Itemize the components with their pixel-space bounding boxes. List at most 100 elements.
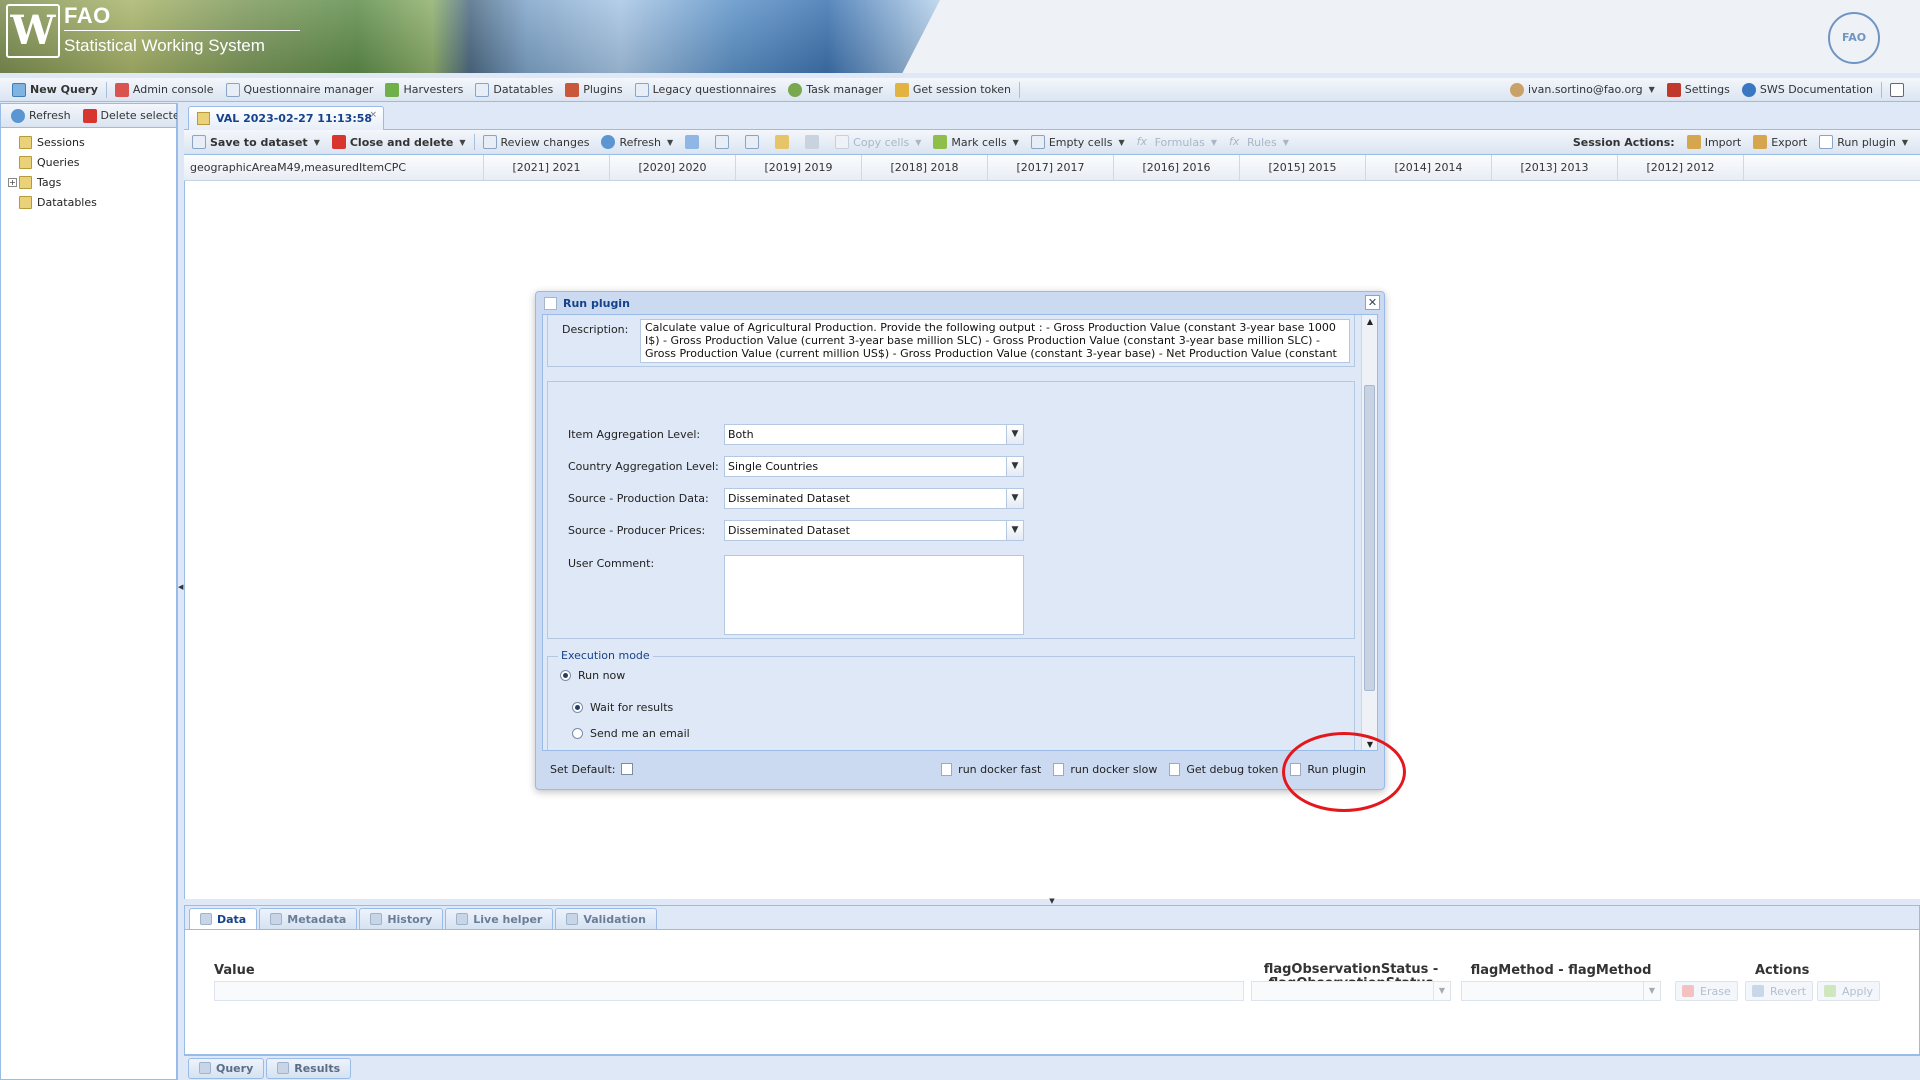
fullscreen-button[interactable] <box>1884 80 1914 100</box>
flag-method-label: flagMethod - flagMethod <box>1470 963 1652 978</box>
grid-dimension-column[interactable]: geographicAreaM49,measuredItemCPC <box>184 155 484 180</box>
source-production-data-select[interactable]: Disseminated Dataset ▼ <box>724 488 1024 509</box>
revert-button[interactable]: Revert <box>1745 981 1814 1001</box>
grid-year-column[interactable]: [2013] 2013 <box>1492 155 1618 180</box>
find-button[interactable] <box>769 132 799 152</box>
grid-year-column[interactable]: [2016] 2016 <box>1114 155 1240 180</box>
tab-data[interactable]: Data <box>189 908 258 929</box>
navigation-tree: Sessions Queries + Tags Datatables <box>1 128 176 212</box>
columns-button[interactable] <box>709 132 739 152</box>
grid-year-column[interactable]: [2017] 2017 <box>988 155 1114 180</box>
user-icon <box>1510 82 1525 97</box>
get-session-token-button[interactable]: Get session token <box>889 80 1017 100</box>
print-button[interactable] <box>799 132 829 152</box>
plugin-icon <box>544 296 557 310</box>
new-query-button[interactable]: New Query <box>6 80 104 100</box>
harvesters-button[interactable]: Harvesters <box>379 80 469 100</box>
description-label: Description: <box>562 323 629 336</box>
expand-icon[interactable]: + <box>8 177 17 187</box>
tab-live-helper[interactable]: Live helper <box>445 908 554 929</box>
apply-button[interactable]: Apply <box>1817 981 1881 1001</box>
session-tab[interactable]: VAL 2023-02-27 11:13:58 × <box>188 106 384 130</box>
delete-selected-button[interactable]: Delete selected <box>77 106 193 126</box>
mark-cells-button[interactable]: Mark cells ▼ <box>927 132 1024 152</box>
tree-item-queries[interactable]: Queries <box>5 152 176 172</box>
grid-year-column[interactable]: [2014] 2014 <box>1366 155 1492 180</box>
plugin-icon <box>1819 135 1834 149</box>
tab-history[interactable]: History <box>359 908 444 929</box>
country-aggregation-level-select[interactable]: Single Countries ▼ <box>724 456 1024 477</box>
left-panel-collapse-bar[interactable]: ◀ <box>177 103 184 1080</box>
run-plugin-button[interactable]: Run plugin <box>1284 759 1372 779</box>
grid-year-column[interactable]: [2021] 2021 <box>484 155 610 180</box>
set-default-checkbox[interactable] <box>621 763 634 775</box>
sws-documentation-button[interactable]: SWS Documentation <box>1736 80 1879 100</box>
session-actions-label: Session Actions: <box>1572 135 1675 149</box>
close-and-delete-button[interactable]: Close and delete ▼ <box>326 132 472 152</box>
grid-year-column[interactable]: [2020] 2020 <box>610 155 736 180</box>
tree-item-sessions[interactable]: Sessions <box>5 132 176 152</box>
tree-item-tags[interactable]: + Tags <box>5 172 176 192</box>
run-docker-slow-button[interactable]: run docker slow <box>1047 759 1163 779</box>
tab-results[interactable]: Results <box>266 1057 352 1079</box>
sws-logo: W <box>6 4 60 58</box>
admin-console-button[interactable]: Admin console <box>109 80 220 100</box>
scroll-thumb[interactable] <box>1364 385 1375 691</box>
plugins-button[interactable]: Plugins <box>559 80 628 100</box>
questionnaire-manager-button[interactable]: Questionnaire manager <box>220 80 380 100</box>
settings-button[interactable]: Settings <box>1661 80 1736 100</box>
toolbar-run-plugin-button[interactable]: Run plugin ▼ <box>1813 132 1914 152</box>
chevron-down-icon: ▼ <box>1433 982 1450 1000</box>
chart-button[interactable] <box>679 132 709 152</box>
empty-cells-button[interactable]: Empty cells ▼ <box>1025 132 1131 152</box>
grid-year-column[interactable]: [2018] 2018 <box>862 155 988 180</box>
chevron-down-icon: ▼ <box>667 137 674 147</box>
formulas-button[interactable]: fx Formulas ▼ <box>1131 132 1223 152</box>
grid-year-column[interactable]: [2015] 2015 <box>1240 155 1366 180</box>
tab-query[interactable]: Query <box>188 1057 265 1079</box>
task-manager-button[interactable]: Task manager <box>782 80 889 100</box>
item-aggregation-level-label: Item Aggregation Level: <box>568 428 701 441</box>
send-email-radio[interactable]: Send me an email <box>572 727 690 740</box>
flag-observation-status-select[interactable]: ▼ <box>1251 981 1451 1001</box>
rules-button[interactable]: fx Rules ▼ <box>1223 132 1295 152</box>
user-menu[interactable]: ivan.sortino@fao.org ▼ <box>1504 80 1661 100</box>
save-to-dataset-button[interactable]: Save to dataset ▼ <box>186 132 326 152</box>
source-producer-prices-select[interactable]: Disseminated Dataset ▼ <box>724 520 1024 541</box>
save-icon <box>192 135 206 149</box>
scroll-down-icon[interactable]: ▼ <box>1362 738 1377 750</box>
grid-year-column[interactable]: [2012] 2012 <box>1618 155 1744 180</box>
datatables-button[interactable]: Datatables <box>469 80 559 100</box>
flag-method-select[interactable]: ▼ <box>1461 981 1661 1001</box>
export-button[interactable]: Export <box>1747 132 1813 152</box>
run-now-radio[interactable]: Run now <box>560 669 625 682</box>
value-input[interactable] <box>214 981 1244 1001</box>
grid-year-column[interactable]: [2019] 2019 <box>736 155 862 180</box>
tree-item-datatables[interactable]: Datatables <box>5 192 176 212</box>
get-debug-token-button[interactable]: Get debug token <box>1163 759 1284 779</box>
review-changes-button[interactable]: Review changes <box>477 132 596 152</box>
close-tab-icon[interactable]: × <box>369 110 377 120</box>
user-comment-input[interactable] <box>724 555 1024 635</box>
questionnaire-icon <box>225 82 240 97</box>
dialog-scrollbar[interactable]: ▲ ▼ <box>1361 315 1377 750</box>
session-refresh-button[interactable]: Refresh ▼ <box>595 132 679 152</box>
tab-metadata[interactable]: Metadata <box>259 908 358 929</box>
item-aggregation-level-select[interactable]: Both ▼ <box>724 424 1024 445</box>
run-docker-fast-button[interactable]: run docker fast <box>935 759 1047 779</box>
folder-icon <box>19 195 32 209</box>
toolbar-separator <box>473 134 475 150</box>
rows-button[interactable] <box>739 132 769 152</box>
dialog-title: Run plugin <box>563 296 630 310</box>
radio-icon <box>572 728 583 739</box>
refresh-button[interactable]: Refresh <box>5 106 77 126</box>
copy-cells-button[interactable]: Copy cells ▼ <box>829 132 927 152</box>
close-icon[interactable]: ✕ <box>1365 295 1380 310</box>
wait-for-results-radio[interactable]: Wait for results <box>572 701 673 714</box>
import-button[interactable]: Import <box>1681 132 1748 152</box>
scroll-up-icon[interactable]: ▲ <box>1362 315 1377 329</box>
tab-validation[interactable]: Validation <box>555 908 657 929</box>
erase-button[interactable]: Erase <box>1675 981 1738 1001</box>
main-toolbar: New Query Admin console Questionnaire ma… <box>0 78 1920 102</box>
legacy-questionnaires-button[interactable]: Legacy questionnaires <box>629 80 783 100</box>
